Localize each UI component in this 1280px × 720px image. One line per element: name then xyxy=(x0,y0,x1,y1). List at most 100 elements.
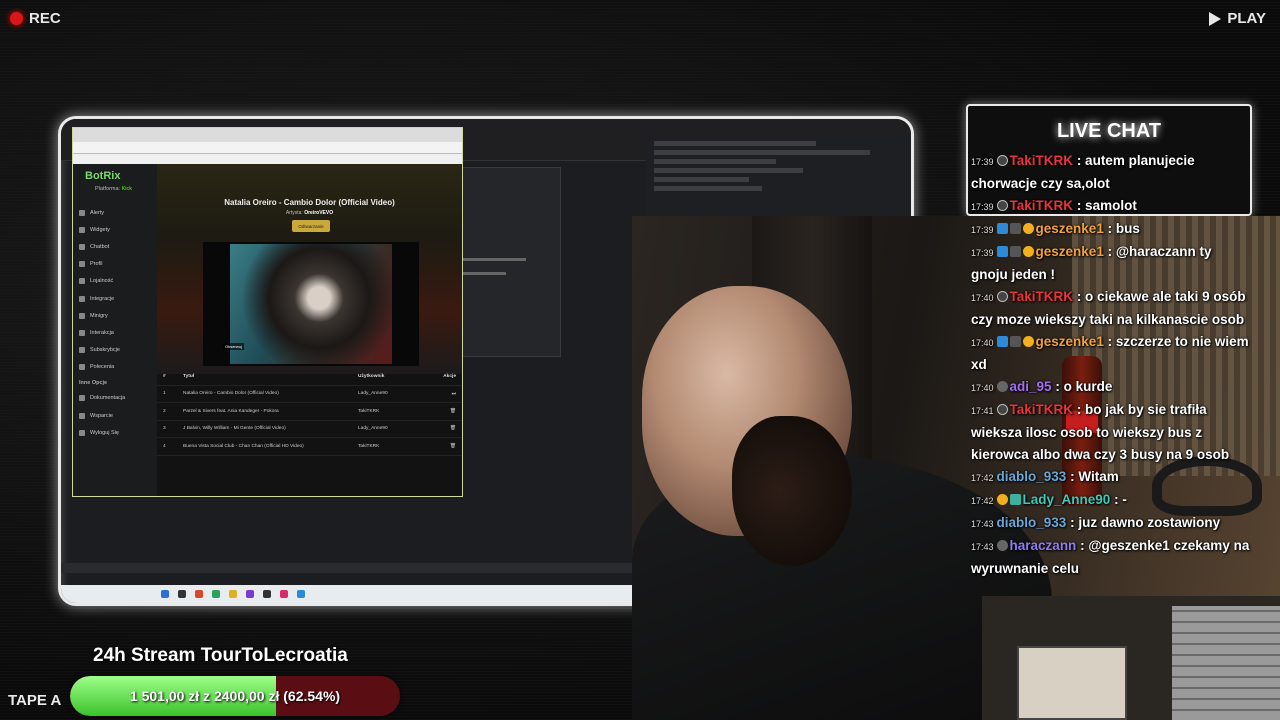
col-header-user: Użytkownik xyxy=(358,373,385,379)
sidebar-item-label: Wsparcie xyxy=(90,412,113,419)
chat-username[interactable]: geszenke1 xyxy=(1036,334,1104,349)
queue-action-icon[interactable]: 🗑 xyxy=(438,409,456,414)
queue-user: TakiTKRK xyxy=(358,408,380,414)
chat-username[interactable]: TakiTKRK xyxy=(1010,289,1074,304)
chat-message: 17:42 Lady_Anne90 : - xyxy=(971,489,1251,512)
sidebar-item[interactable]: Dokumentacja xyxy=(79,390,157,407)
sidebar-item[interactable]: Wsparcie xyxy=(79,407,157,424)
queue-user: Lady_Anne90 xyxy=(358,426,388,432)
sidebar-item-label: Integracje xyxy=(90,295,115,302)
botrix-sidebar: BotRix Platforma: Kick Alerty Widgety Chat… xyxy=(73,164,157,496)
sidebar-item-label: Widgety xyxy=(90,226,110,233)
queue-action-icon[interactable]: 🗑 xyxy=(438,426,456,431)
menu-icon xyxy=(79,295,85,302)
sidebar-item[interactable]: Widgety xyxy=(79,221,157,238)
col-header-num: # xyxy=(163,373,166,379)
sidebar-item-label: Profil xyxy=(90,261,103,268)
chat-timestamp: 17:43 xyxy=(971,542,994,552)
col-header-actions: Akcje xyxy=(443,373,456,379)
queue-title: J Balvin, Willy William - Mi Gente (Offi… xyxy=(183,426,286,432)
chat-text: : Witam xyxy=(1070,469,1119,484)
menu-icon xyxy=(79,395,85,402)
sidebar-item-label: Wyloguj Się xyxy=(90,429,119,436)
menu-icon xyxy=(79,429,85,436)
now-playing-card: Natalia Oreiro - Cambio Dolor (Official … xyxy=(157,164,462,374)
badge-one-icon xyxy=(996,494,1008,505)
rec-indicator: REC xyxy=(10,10,61,27)
chat-username[interactable]: geszenke1 xyxy=(1036,221,1104,236)
chat-message: 17:43 diablo_933 : juz dawno zostawiony xyxy=(971,512,1251,535)
badge-arr-icon xyxy=(996,223,1008,234)
botrix-logo[interactable]: BotRix xyxy=(85,170,120,182)
play-icon xyxy=(1209,11,1222,26)
chat-message: 17:39 TakiTKRK : autem planujecie chorwac… xyxy=(971,150,1251,195)
browser-tabbar[interactable] xyxy=(73,128,462,142)
browser-urlbar[interactable] xyxy=(73,142,462,154)
cam-keyboard xyxy=(1172,606,1280,720)
sidebar-item[interactable]: Minigry xyxy=(79,307,157,324)
queue-table: # Tytuł Użytkownik Akcje 1 Natalia Oreiro… xyxy=(157,368,462,456)
chat-username[interactable]: TakiTKRK xyxy=(1010,198,1074,213)
queue-user: TakiTKRK xyxy=(358,443,380,449)
chat-message: 17:40 geszenke1 : szczerze to nie wiem xd xyxy=(971,331,1251,376)
sidebar-item[interactable]: Lojalność xyxy=(79,273,157,290)
queue-row: 3 J Balvin, Willy William - Mi Gente (Off… xyxy=(157,421,462,438)
live-chat-title: LIVE CHAT xyxy=(1056,120,1162,142)
chat-username[interactable]: TakiTKRK xyxy=(1010,153,1074,168)
playback-button[interactable]: Odtwarzanie xyxy=(292,220,330,232)
sidebar-item[interactable]: Profil xyxy=(79,256,157,273)
chat-username[interactable]: TakiTKRK xyxy=(1010,402,1074,417)
chat-timestamp: 17:39 xyxy=(971,248,994,258)
sidebar-item[interactable]: Polecenia xyxy=(79,359,157,376)
badge-sh-icon xyxy=(996,381,1008,392)
chat-username[interactable]: diablo_933 xyxy=(997,469,1067,484)
chat-message: 17:43 haraczann : @geszenke1 czekamy na w… xyxy=(971,535,1251,580)
menu-icon xyxy=(79,347,85,354)
botrix-main: Natalia Oreiro - Cambio Dolor (Official … xyxy=(157,164,462,496)
badge-arr-icon xyxy=(996,336,1008,347)
col-header-title: Tytuł xyxy=(183,373,195,379)
video-frame xyxy=(230,244,392,364)
cam-person-beard xyxy=(732,416,852,566)
queue-title: Buena Vista Social Club - Chan Chan (Off… xyxy=(183,443,304,449)
chat-timestamp: 17:42 xyxy=(971,496,994,506)
chat-username[interactable]: geszenke1 xyxy=(1036,244,1104,259)
donation-goal-bar: 1 501,00 zł z 2400,00 zł (62.54%) xyxy=(70,676,400,716)
queue-action-icon[interactable]: 🗑 xyxy=(438,444,456,449)
queue-row: 2 Parzel & Sivers feat. Ania Kandeger - P… xyxy=(157,403,462,421)
chat-username[interactable]: diablo_933 xyxy=(997,515,1067,530)
video-player[interactable]: Obserwuj xyxy=(203,242,419,366)
badge-dev-icon xyxy=(1009,336,1021,347)
chat-message: 17:39 geszenke1 : bus xyxy=(971,218,1251,241)
chat-message: 17:39 TakiTKRK : samolot xyxy=(971,195,1251,218)
now-playing-artist: Artysta: OreiroVEVO xyxy=(285,210,334,216)
chat-username[interactable]: haraczann xyxy=(1010,538,1077,553)
chat-username[interactable]: Lady_Anne90 xyxy=(1023,492,1111,507)
badge-x-icon xyxy=(996,404,1008,415)
queue-num: 1 xyxy=(163,391,166,397)
menu-icon xyxy=(79,412,85,419)
queue-row: 4 Buena Vista Social Club - Chan Chan (Of… xyxy=(157,438,462,456)
browser-bookmarks xyxy=(73,154,462,164)
sidebar-item[interactable]: Chatbot xyxy=(79,238,157,255)
sidebar-item-label: Minigry xyxy=(90,312,108,319)
sidebar-item-label: Alerty xyxy=(90,209,105,216)
tape-label: TAPE A xyxy=(8,692,62,709)
sidebar-item[interactable]: Alerty xyxy=(79,204,157,221)
queue-action-icon[interactable]: ⏭ xyxy=(438,391,456,397)
sidebar-item[interactable]: Interakcja xyxy=(79,324,157,341)
chat-text: : bus xyxy=(1107,221,1140,236)
chat-text: : juz dawno zostawiony xyxy=(1070,515,1221,530)
chat-timestamp: 17:43 xyxy=(971,519,994,529)
queue-header-row: # Tytuł Użytkownik Akcje xyxy=(157,368,462,386)
chat-message: 17:40 TakiTKRK : o ciekawe ale taki 9 osó… xyxy=(971,286,1251,331)
cam-circuit-board xyxy=(1017,646,1127,720)
sidebar-item[interactable]: Integracje xyxy=(79,290,157,307)
chat-username[interactable]: adi_95 xyxy=(1010,379,1052,394)
browser-window: BotRix Platforma: Kick Alerty Widgety Chat… xyxy=(72,127,463,497)
chat-timestamp: 17:39 xyxy=(971,202,994,212)
sidebar-item[interactable]: Subskrybcje xyxy=(79,342,157,359)
badge-arr-icon xyxy=(996,246,1008,257)
chat-timestamp: 17:40 xyxy=(971,383,994,393)
sidebar-item[interactable]: Wyloguj Się xyxy=(79,424,157,441)
